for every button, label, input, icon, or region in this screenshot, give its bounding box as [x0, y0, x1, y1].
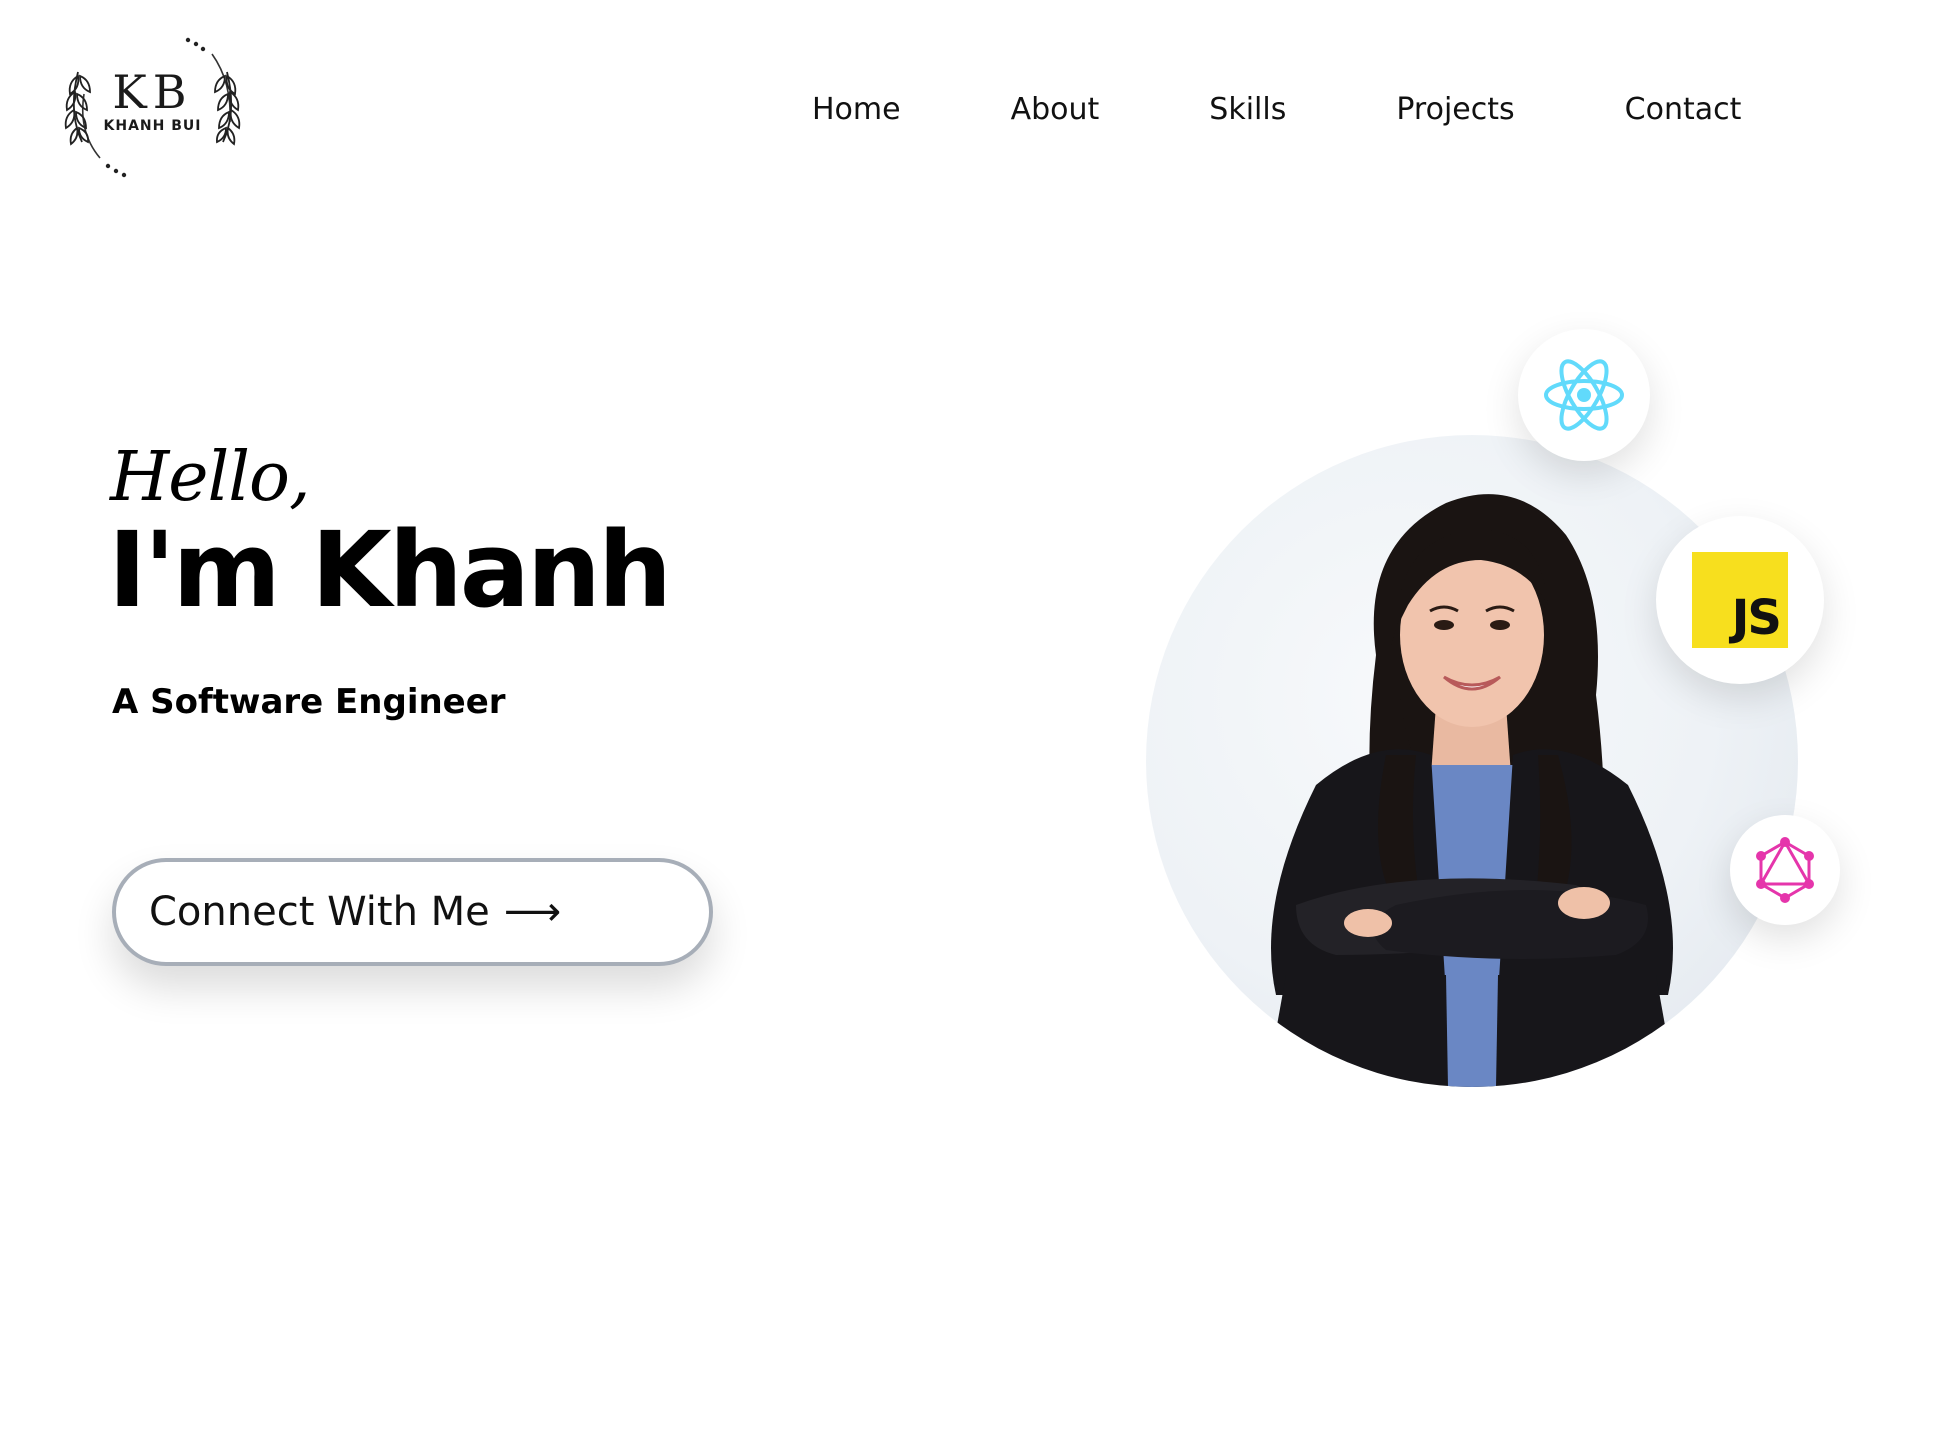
javascript-skill-bubble: JS: [1656, 516, 1824, 684]
nav-skills[interactable]: Skills: [1209, 92, 1286, 127]
connect-button-label: Connect With Me: [149, 889, 490, 935]
arrow-right-icon: ⟶: [503, 889, 562, 935]
javascript-icon: JS: [1692, 552, 1788, 648]
logo-text: KB KHANH BUI: [60, 68, 245, 134]
logo-name: KHANH BUI: [103, 118, 202, 134]
javascript-icon-text: JS: [1731, 590, 1782, 646]
react-icon: [1544, 359, 1624, 431]
nav-projects[interactable]: Projects: [1396, 92, 1514, 127]
connect-button[interactable]: Connect With Me ⟶: [112, 858, 713, 966]
react-skill-bubble: [1518, 329, 1650, 461]
logo-initials: KB: [112, 65, 193, 119]
graphql-icon: [1756, 837, 1814, 903]
nav-home[interactable]: Home: [812, 92, 901, 127]
hero-greeting: Hello,: [110, 438, 311, 517]
portfolio-page: KB KHANH BUI Home About Skills Projects …: [0, 0, 1952, 1429]
main-nav: Home About Skills Projects Contact: [792, 92, 1741, 127]
site-logo[interactable]: KB KHANH BUI: [60, 32, 245, 180]
graphql-skill-bubble: [1730, 815, 1840, 925]
hero-headline: I'm Khanh: [108, 509, 672, 631]
hero-subtitle: A Software Engineer: [112, 682, 506, 722]
nav-contact[interactable]: Contact: [1625, 92, 1742, 127]
nav-about[interactable]: About: [1011, 92, 1100, 127]
